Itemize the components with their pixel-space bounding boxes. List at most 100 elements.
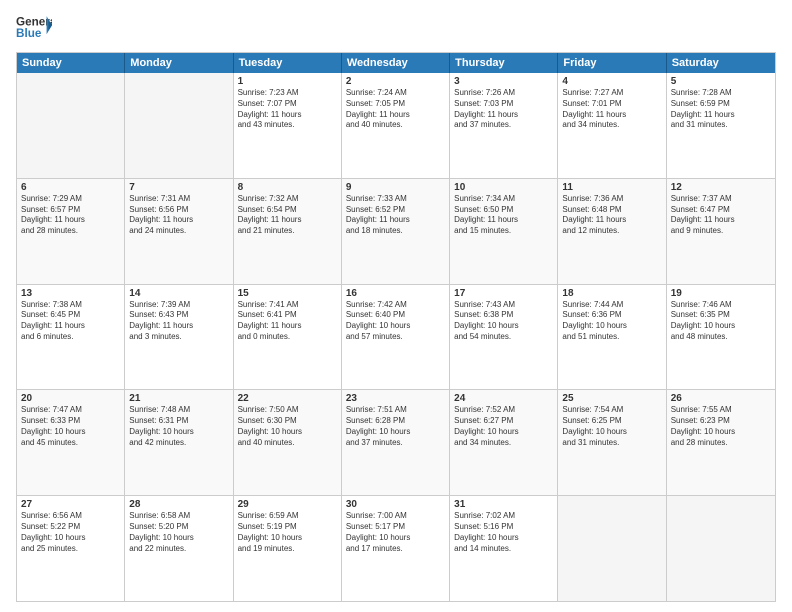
table-row: 6Sunrise: 7:29 AMSunset: 6:57 PMDaylight… bbox=[17, 179, 125, 284]
cell-line: Daylight: 10 hours bbox=[238, 533, 337, 544]
cell-line: Sunrise: 7:00 AM bbox=[346, 511, 445, 522]
cell-line: Daylight: 11 hours bbox=[129, 321, 228, 332]
cell-line: and 45 minutes. bbox=[21, 438, 120, 449]
calendar-header: SundayMondayTuesdayWednesdayThursdayFrid… bbox=[17, 53, 775, 73]
cell-line: Daylight: 10 hours bbox=[346, 427, 445, 438]
cell-line: and 51 minutes. bbox=[562, 332, 661, 343]
header-day-monday: Monday bbox=[125, 53, 233, 73]
day-number: 28 bbox=[129, 499, 228, 510]
cell-line: Sunset: 6:31 PM bbox=[129, 416, 228, 427]
cell-line: Daylight: 11 hours bbox=[238, 321, 337, 332]
day-number: 14 bbox=[129, 288, 228, 299]
cell-line: Sunset: 6:36 PM bbox=[562, 310, 661, 321]
cell-line: Sunset: 5:16 PM bbox=[454, 522, 553, 533]
table-row: 12Sunrise: 7:37 AMSunset: 6:47 PMDayligh… bbox=[667, 179, 775, 284]
cell-line: and 37 minutes. bbox=[454, 120, 553, 131]
header-day-wednesday: Wednesday bbox=[342, 53, 450, 73]
cell-line: Sunrise: 7:02 AM bbox=[454, 511, 553, 522]
table-row: 28Sunrise: 6:58 AMSunset: 5:20 PMDayligh… bbox=[125, 496, 233, 601]
cell-line: Daylight: 11 hours bbox=[671, 110, 771, 121]
cell-line: Daylight: 10 hours bbox=[454, 533, 553, 544]
day-number: 7 bbox=[129, 182, 228, 193]
cell-line: Daylight: 10 hours bbox=[454, 427, 553, 438]
day-number: 22 bbox=[238, 393, 337, 404]
cell-line: Daylight: 10 hours bbox=[671, 427, 771, 438]
cell-line: Sunrise: 7:54 AM bbox=[562, 405, 661, 416]
cell-line: Sunrise: 7:39 AM bbox=[129, 300, 228, 311]
cell-line: and 57 minutes. bbox=[346, 332, 445, 343]
cell-line: and 40 minutes. bbox=[238, 438, 337, 449]
day-number: 25 bbox=[562, 393, 661, 404]
table-row: 14Sunrise: 7:39 AMSunset: 6:43 PMDayligh… bbox=[125, 285, 233, 390]
table-row: 18Sunrise: 7:44 AMSunset: 6:36 PMDayligh… bbox=[558, 285, 666, 390]
cell-line: Sunset: 6:30 PM bbox=[238, 416, 337, 427]
day-number: 21 bbox=[129, 393, 228, 404]
day-number: 13 bbox=[21, 288, 120, 299]
cell-line: Sunset: 5:17 PM bbox=[346, 522, 445, 533]
table-row: 2Sunrise: 7:24 AMSunset: 7:05 PMDaylight… bbox=[342, 73, 450, 178]
page: General Blue SundayMondayTuesdayWednesda… bbox=[0, 0, 792, 612]
cell-line: Sunrise: 7:47 AM bbox=[21, 405, 120, 416]
cell-line: Sunset: 6:48 PM bbox=[562, 205, 661, 216]
table-row: 9Sunrise: 7:33 AMSunset: 6:52 PMDaylight… bbox=[342, 179, 450, 284]
cell-line: Daylight: 10 hours bbox=[129, 533, 228, 544]
cell-line: Sunset: 6:35 PM bbox=[671, 310, 771, 321]
day-number: 29 bbox=[238, 499, 337, 510]
cell-line: Sunset: 6:47 PM bbox=[671, 205, 771, 216]
day-number: 3 bbox=[454, 76, 553, 87]
day-number: 20 bbox=[21, 393, 120, 404]
table-row: 22Sunrise: 7:50 AMSunset: 6:30 PMDayligh… bbox=[234, 390, 342, 495]
day-number: 11 bbox=[562, 182, 661, 193]
day-number: 6 bbox=[21, 182, 120, 193]
cell-line: Sunrise: 7:23 AM bbox=[238, 88, 337, 99]
day-number: 30 bbox=[346, 499, 445, 510]
day-number: 18 bbox=[562, 288, 661, 299]
table-row: 1Sunrise: 7:23 AMSunset: 7:07 PMDaylight… bbox=[234, 73, 342, 178]
cell-line: and 48 minutes. bbox=[671, 332, 771, 343]
table-row: 5Sunrise: 7:28 AMSunset: 6:59 PMDaylight… bbox=[667, 73, 775, 178]
cell-line: Sunset: 6:40 PM bbox=[346, 310, 445, 321]
cell-line: Sunrise: 7:41 AM bbox=[238, 300, 337, 311]
cell-line: and 0 minutes. bbox=[238, 332, 337, 343]
cell-line: Sunrise: 7:50 AM bbox=[238, 405, 337, 416]
cell-line: Sunrise: 7:55 AM bbox=[671, 405, 771, 416]
cell-line: Sunset: 6:56 PM bbox=[129, 205, 228, 216]
table-row: 31Sunrise: 7:02 AMSunset: 5:16 PMDayligh… bbox=[450, 496, 558, 601]
table-row bbox=[125, 73, 233, 178]
cell-line: Daylight: 11 hours bbox=[346, 215, 445, 226]
table-row: 19Sunrise: 7:46 AMSunset: 6:35 PMDayligh… bbox=[667, 285, 775, 390]
cell-line: and 40 minutes. bbox=[346, 120, 445, 131]
cell-line: Daylight: 11 hours bbox=[562, 110, 661, 121]
day-number: 9 bbox=[346, 182, 445, 193]
cell-line: Daylight: 10 hours bbox=[346, 321, 445, 332]
cell-line: Daylight: 11 hours bbox=[129, 215, 228, 226]
table-row: 27Sunrise: 6:56 AMSunset: 5:22 PMDayligh… bbox=[17, 496, 125, 601]
cal-week-5: 27Sunrise: 6:56 AMSunset: 5:22 PMDayligh… bbox=[17, 495, 775, 601]
table-row: 24Sunrise: 7:52 AMSunset: 6:27 PMDayligh… bbox=[450, 390, 558, 495]
cell-line: Sunset: 6:57 PM bbox=[21, 205, 120, 216]
cell-line: Daylight: 11 hours bbox=[21, 215, 120, 226]
cell-line: and 28 minutes. bbox=[671, 438, 771, 449]
cell-line: Daylight: 10 hours bbox=[562, 427, 661, 438]
table-row: 25Sunrise: 7:54 AMSunset: 6:25 PMDayligh… bbox=[558, 390, 666, 495]
table-row: 11Sunrise: 7:36 AMSunset: 6:48 PMDayligh… bbox=[558, 179, 666, 284]
calendar: SundayMondayTuesdayWednesdayThursdayFrid… bbox=[16, 52, 776, 602]
table-row: 13Sunrise: 7:38 AMSunset: 6:45 PMDayligh… bbox=[17, 285, 125, 390]
cell-line: Sunrise: 6:59 AM bbox=[238, 511, 337, 522]
day-number: 12 bbox=[671, 182, 771, 193]
cell-line: Sunset: 7:03 PM bbox=[454, 99, 553, 110]
cell-line: and 31 minutes. bbox=[562, 438, 661, 449]
cell-line: Sunset: 6:28 PM bbox=[346, 416, 445, 427]
cell-line: and 28 minutes. bbox=[21, 226, 120, 237]
cell-line: and 37 minutes. bbox=[346, 438, 445, 449]
table-row: 10Sunrise: 7:34 AMSunset: 6:50 PMDayligh… bbox=[450, 179, 558, 284]
svg-text:Blue: Blue bbox=[16, 27, 42, 40]
cell-line: Daylight: 11 hours bbox=[454, 110, 553, 121]
cell-line: Sunset: 6:54 PM bbox=[238, 205, 337, 216]
table-row: 26Sunrise: 7:55 AMSunset: 6:23 PMDayligh… bbox=[667, 390, 775, 495]
cell-line: Sunrise: 7:52 AM bbox=[454, 405, 553, 416]
cell-line: Daylight: 11 hours bbox=[671, 215, 771, 226]
cell-line: Sunrise: 7:44 AM bbox=[562, 300, 661, 311]
table-row: 21Sunrise: 7:48 AMSunset: 6:31 PMDayligh… bbox=[125, 390, 233, 495]
cell-line: and 43 minutes. bbox=[238, 120, 337, 131]
